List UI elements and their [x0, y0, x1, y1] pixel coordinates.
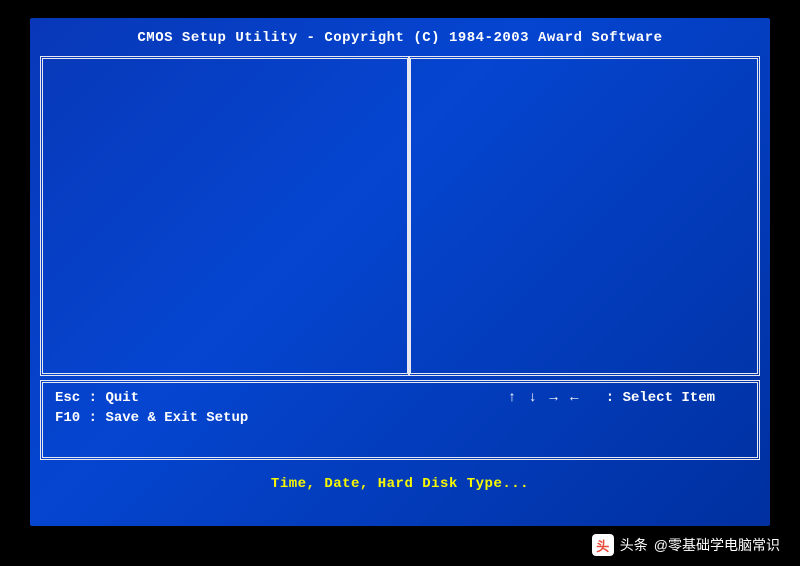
watermark-account: @零基础学电脑常识: [654, 535, 780, 555]
bios-screen: CMOS Setup Utility - Copyright (C) 1984-…: [30, 18, 770, 526]
footer-hint: Time, Date, Hard Disk Type...: [40, 460, 760, 492]
watermark-prefix: 头条: [620, 535, 648, 555]
monitor-frame: CMOS Setup Utility - Copyright (C) 1984-…: [0, 0, 800, 566]
f10-key-label: F10: [55, 410, 80, 426]
help-panel: Esc : Quit ↑ ↓ → ← : Select Item F10 : S…: [40, 380, 760, 460]
bios-title: CMOS Setup Utility - Copyright (C) 1984-…: [40, 26, 760, 56]
watermark-logo-icon: 头: [592, 534, 614, 556]
watermark: 头 头条 @零基础学电脑常识: [592, 534, 780, 556]
menu-panel-left[interactable]: [40, 56, 409, 376]
nav-action-label: Select Item: [623, 390, 715, 406]
bios-panels: [40, 56, 760, 376]
help-esc: Esc : Quit: [55, 389, 139, 409]
arrow-keys-icon: ↑ ↓ → ←: [508, 389, 581, 409]
help-f10: F10 : Save & Exit Setup: [55, 409, 248, 429]
help-nav: ↑ ↓ → ← : Select Item: [508, 389, 745, 409]
f10-action-label: Save & Exit Setup: [105, 410, 248, 426]
esc-action-label: Quit: [105, 390, 139, 406]
menu-panel-right[interactable]: [409, 56, 760, 376]
esc-key-label: Esc: [55, 390, 80, 406]
